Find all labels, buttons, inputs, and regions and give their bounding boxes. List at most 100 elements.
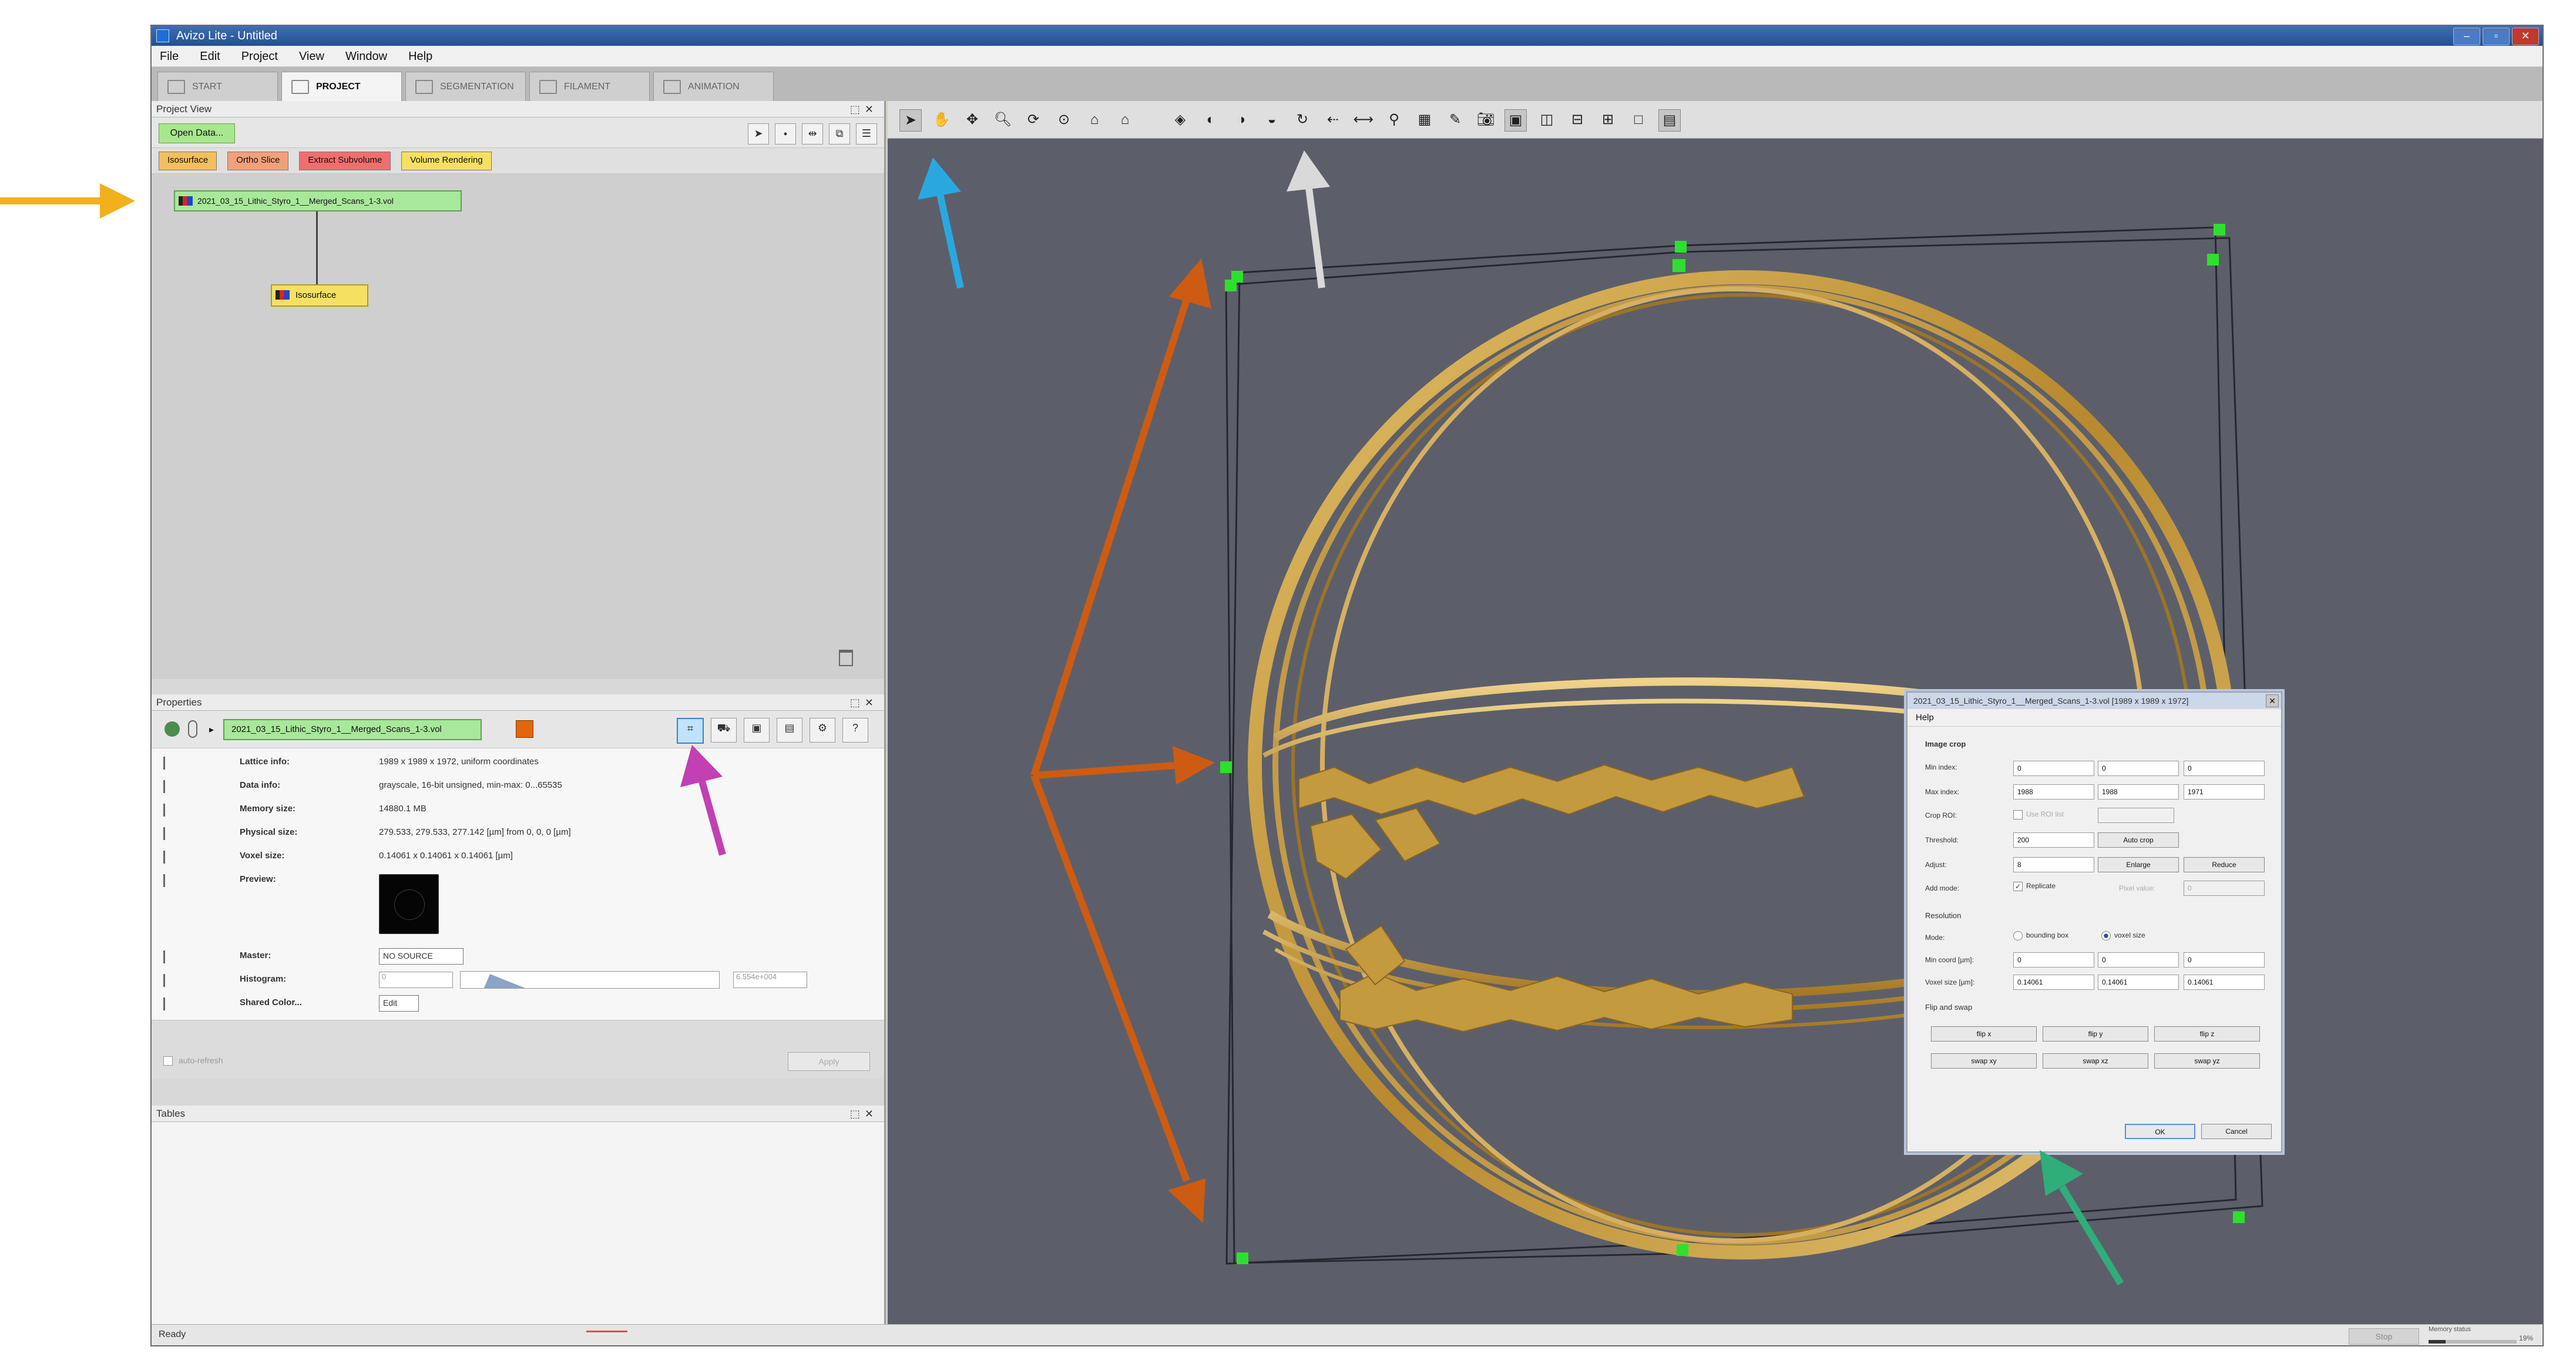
crop-editor-icon[interactable]: ⌗ — [677, 718, 704, 744]
zoom-icon[interactable]: 🔍︎ — [992, 109, 1013, 130]
orient-z-icon[interactable]: ◒ — [1261, 109, 1282, 130]
flip-x-button[interactable]: flip x — [1931, 1026, 2037, 1042]
voxel-size-y-field[interactable]: 0.14061 — [2098, 975, 2179, 990]
close-button[interactable]: ✕ — [2512, 28, 2539, 45]
pin-icon[interactable] — [163, 874, 173, 887]
fit-view-icon[interactable]: ⊙ — [1053, 109, 1074, 130]
max-index-z-field[interactable]: 1971 — [2184, 784, 2265, 800]
pin-icon[interactable] — [163, 950, 173, 963]
colormap-icon[interactable]: ▣ — [744, 718, 770, 743]
trackball-icon[interactable]: ✋ — [931, 109, 952, 130]
orient-y-icon[interactable]: ◑ — [1231, 109, 1252, 130]
tab-start[interactable]: START — [157, 72, 278, 101]
auto-refresh-checkbox[interactable]: auto-refresh — [163, 1056, 223, 1066]
translate-icon[interactable]: ✥ — [962, 109, 983, 130]
node-color-swatch[interactable] — [516, 720, 533, 738]
tab-segmentation[interactable]: SEGMENTATION — [405, 72, 526, 101]
histogram-range-slider[interactable] — [460, 971, 720, 989]
adjust-field[interactable]: 8 — [2013, 857, 2094, 872]
minimize-button[interactable]: – — [2453, 28, 2480, 45]
replicate-checkbox[interactable]: Replicate — [2013, 882, 2056, 891]
swap-xy-button[interactable]: swap xy — [1931, 1053, 2037, 1069]
settings-icon[interactable]: ⚙ — [810, 718, 835, 743]
menu-help[interactable]: Help — [408, 46, 432, 66]
transform-editor-icon[interactable]: ⛟ — [711, 718, 737, 743]
seek-icon[interactable]: ⇠ — [1322, 109, 1344, 130]
shared-color-edit-button[interactable]: Edit — [379, 995, 419, 1012]
pointer-icon[interactable]: ➤ — [748, 123, 769, 145]
volume-rendering-quick-button[interactable]: Volume Rendering — [401, 152, 492, 170]
menu-project[interactable]: Project — [241, 46, 278, 66]
panel-controls[interactable]: ⬚✕ — [850, 101, 878, 117]
home-view-icon[interactable]: ⌂ — [1084, 109, 1105, 130]
layout-horizontal-icon[interactable]: ⊟ — [1567, 109, 1588, 130]
threshold-field[interactable]: 200 — [2013, 832, 2094, 848]
pin-icon[interactable] — [163, 974, 173, 987]
selected-data-node[interactable]: 2021_03_15_Lithic_Styro_1__Merged_Scans_… — [223, 719, 482, 740]
min-coord-z-field[interactable]: 0 — [2184, 952, 2265, 968]
parameter-editor-icon[interactable]: ▤ — [777, 718, 802, 743]
max-index-x-field[interactable]: 1988 — [2013, 784, 2094, 800]
measure-icon[interactable]: ⟷ — [1353, 109, 1374, 130]
layout-split-icon[interactable]: ◫ — [1536, 109, 1557, 130]
isosurface-node[interactable]: Isosurface — [271, 284, 368, 307]
probe-icon[interactable]: ⚲ — [1383, 109, 1405, 130]
layout-toggle-icon[interactable]: ▤ — [1658, 109, 1681, 132]
flip-z-button[interactable]: flip z — [2154, 1026, 2260, 1042]
swap-xz-button[interactable]: swap xz — [2043, 1053, 2148, 1069]
roi-select[interactable] — [2098, 808, 2174, 823]
swap-yz-button[interactable]: swap yz — [2154, 1053, 2260, 1069]
dialog-help-menu[interactable]: Help — [1907, 709, 2281, 727]
pin-icon[interactable] — [163, 997, 173, 1010]
voxel-size-radio[interactable]: voxel size — [2101, 931, 2145, 941]
list-view-icon[interactable]: ☰ — [856, 123, 877, 145]
menu-view[interactable]: View — [299, 46, 324, 66]
histogram-max-field[interactable]: 6.554e+004 — [733, 972, 807, 988]
perspective-icon[interactable]: ◈ — [1170, 109, 1191, 130]
auto-crop-button[interactable]: Auto crop — [2098, 832, 2179, 848]
help-icon[interactable]: ? — [842, 718, 868, 743]
orient-x-icon[interactable]: ◐ — [1200, 109, 1221, 130]
apply-button[interactable]: Apply — [788, 1052, 870, 1071]
expand-arrow-icon[interactable]: ▸ — [209, 724, 214, 735]
panel-controls[interactable]: ⬚✕ — [850, 694, 878, 711]
stop-button[interactable]: Stop — [2349, 1328, 2419, 1345]
rotate-view-icon[interactable]: ↻ — [1292, 109, 1313, 130]
3d-scene[interactable] — [888, 139, 2544, 1324]
lock-icon[interactable] — [188, 720, 197, 738]
pin-icon[interactable] — [163, 851, 173, 864]
draw-style-icon[interactable]: ✎ — [1445, 109, 1466, 130]
dialog-close-button[interactable]: ✕ — [2266, 694, 2279, 707]
ortho-slice-quick-button[interactable]: Ortho Slice — [227, 152, 289, 170]
voxel-size-x-field[interactable]: 0.14061 — [2013, 975, 2094, 990]
use-roi-checkbox[interactable]: Use ROI list — [2013, 810, 2064, 819]
tab-filament[interactable]: FILAMENT — [529, 72, 650, 101]
max-index-y-field[interactable]: 1988 — [2098, 784, 2179, 800]
ok-button[interactable]: OK — [2125, 1124, 2195, 1139]
data-node[interactable]: 2021_03_15_Lithic_Styro_1__Merged_Scans_… — [174, 190, 462, 211]
min-index-z-field[interactable]: 0 — [2184, 761, 2265, 776]
set-home-icon[interactable]: ⌂ — [1114, 109, 1136, 130]
menu-edit[interactable]: Edit — [200, 46, 220, 66]
isosurface-quick-button[interactable]: Isosurface — [159, 152, 217, 170]
connect-icon[interactable]: ⇹ — [802, 123, 823, 145]
pin-icon[interactable] — [163, 780, 173, 793]
flip-y-button[interactable]: flip y — [2043, 1026, 2148, 1042]
trash-icon[interactable] — [839, 650, 853, 666]
menu-file[interactable]: File — [160, 46, 179, 66]
visibility-icon[interactable] — [164, 721, 180, 737]
tab-animation[interactable]: ANIMATION — [653, 72, 774, 101]
voxel-size-z-field[interactable]: 0.14061 — [2184, 975, 2265, 990]
extract-subvolume-quick-button[interactable]: Extract Subvolume — [299, 152, 391, 170]
bounding-box-radio[interactable]: bounding box — [2013, 931, 2068, 941]
reduce-button[interactable]: Reduce — [2184, 857, 2265, 872]
min-coord-x-field[interactable]: 0 — [2013, 952, 2094, 968]
cancel-button[interactable]: Cancel — [2201, 1124, 2272, 1139]
panel-controls[interactable]: ⬚✕ — [850, 1106, 878, 1122]
enlarge-button[interactable]: Enlarge — [2098, 857, 2179, 872]
tab-project[interactable]: PROJECT — [281, 72, 402, 101]
restore-button[interactable]: ▫ — [2483, 28, 2510, 45]
master-select[interactable]: NO SOURCE — [379, 948, 464, 965]
open-data-button[interactable]: Open Data... — [159, 123, 235, 143]
pin-icon[interactable] — [163, 757, 173, 770]
